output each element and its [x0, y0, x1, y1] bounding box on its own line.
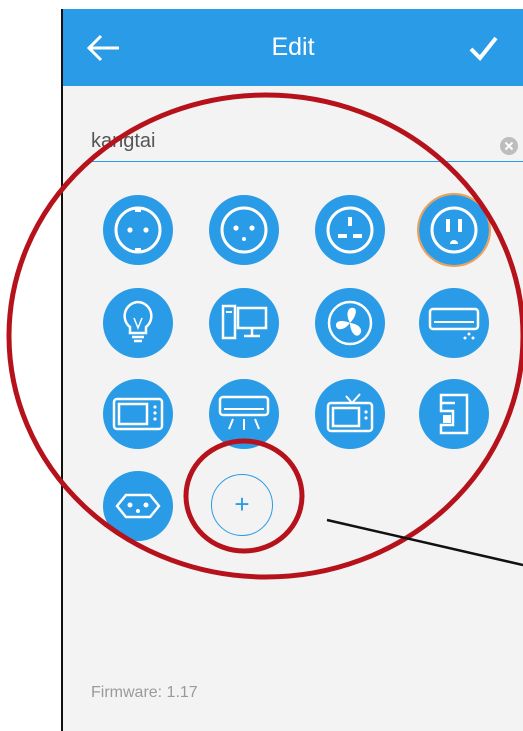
- clear-text-button[interactable]: [500, 137, 518, 155]
- europlug-socket-icon: [220, 206, 268, 254]
- us-socket-icon: [430, 206, 478, 254]
- add-icon-button[interactable]: +: [211, 474, 273, 536]
- ceiling-ac-icon: [218, 395, 270, 430]
- schuko-socket-icon: [114, 206, 162, 254]
- clear-icon: [504, 141, 514, 151]
- icon-option-us-socket[interactable]: [419, 195, 489, 265]
- icon-option-swiss-socket[interactable]: [103, 471, 173, 541]
- icon-option-television[interactable]: [315, 379, 385, 449]
- icon-option-air-conditioner[interactable]: [419, 288, 489, 358]
- app-bar: Edit: [63, 9, 523, 86]
- light-bulb-icon: [123, 300, 153, 343]
- icon-option-ceiling-ac[interactable]: [209, 379, 279, 449]
- fan-icon: [327, 300, 373, 346]
- icon-option-europlug-socket[interactable]: [209, 195, 279, 265]
- air-conditioner-icon: [428, 307, 480, 340]
- device-name-input[interactable]: [91, 122, 523, 162]
- icon-option-light-bulb[interactable]: [103, 288, 173, 358]
- desktop-computer-icon: [221, 304, 268, 340]
- icon-option-desktop-computer[interactable]: [209, 288, 279, 358]
- television-icon: [326, 393, 374, 433]
- icon-option-uk-socket[interactable]: [315, 195, 385, 265]
- edit-screen: Edit kangtai + Firmware: 1.17: [63, 9, 523, 731]
- checkmark-icon: [469, 36, 498, 61]
- icon-option-schuko-socket[interactable]: [103, 195, 173, 265]
- confirm-button[interactable]: [463, 28, 503, 68]
- coffee-machine-icon: [439, 393, 469, 435]
- swiss-socket-icon: [115, 493, 161, 519]
- icon-option-fan[interactable]: [315, 288, 385, 358]
- uk-socket-icon: [326, 206, 374, 254]
- page-title: Edit: [271, 33, 315, 61]
- microwave-icon: [112, 397, 164, 431]
- firmware-version: Firmware: 1.17: [91, 684, 198, 701]
- icon-option-coffee-machine[interactable]: [419, 379, 489, 449]
- icon-option-microwave[interactable]: [103, 379, 173, 449]
